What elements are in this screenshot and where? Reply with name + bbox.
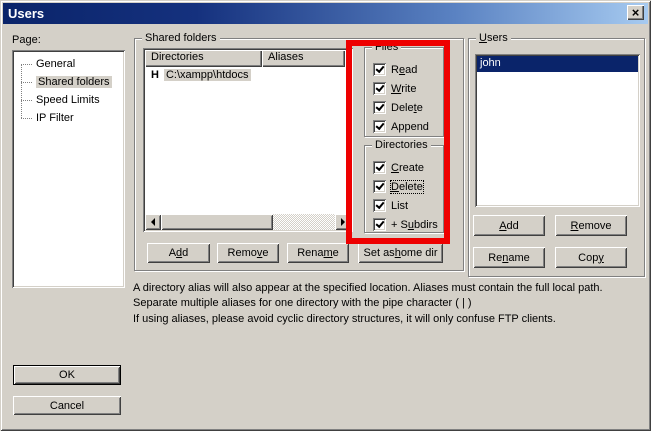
copy-user-button[interactable]: Copy	[555, 247, 627, 268]
users-list: john	[475, 54, 640, 207]
checkbox-row-read[interactable]: Read	[373, 60, 441, 79]
directory-row[interactable]: H C:\xampp\htdocs	[145, 67, 351, 83]
delete-file-label: Delete	[391, 102, 423, 114]
horizontal-scrollbar[interactable]	[145, 214, 351, 230]
scroll-left-icon	[147, 218, 155, 226]
set-as-home-dir-button[interactable]: Set as home dir	[358, 243, 443, 263]
directories-checkboxes: Create Delete List + Subdirs	[373, 158, 441, 234]
directory-path: C:\xampp\htdocs	[164, 69, 251, 81]
page-list: General Shared folders Speed Limits IP F…	[12, 50, 125, 288]
page-item-general[interactable]: General	[12, 55, 125, 73]
write-label: Write	[391, 83, 416, 95]
append-label: Append	[391, 121, 429, 133]
shared-folders-group-label: Shared folders	[142, 32, 220, 44]
delete-file-checkbox[interactable]	[373, 101, 386, 114]
files-group-label: Files	[372, 41, 401, 53]
directories-list-header: Directories Aliases	[145, 50, 351, 67]
read-checkbox[interactable]	[373, 63, 386, 76]
user-item-john[interactable]: john	[477, 56, 638, 72]
delete-dir-label: Delete	[391, 181, 423, 193]
scrollbar-track[interactable]	[273, 214, 335, 230]
page-item-shared-folders[interactable]: Shared folders	[12, 73, 125, 91]
directories-list: Directories Aliases H C:\xampp\htdocs	[143, 48, 353, 232]
page-item-speed-limits[interactable]: Speed Limits	[12, 91, 125, 109]
page-tree: General Shared folders Speed Limits IP F…	[12, 50, 125, 127]
home-flag: H	[151, 69, 159, 81]
directories-group-label: Directories	[372, 139, 431, 151]
files-group: Files Read Write Delete Append	[364, 47, 444, 137]
read-label: Read	[391, 64, 417, 76]
column-header-directories[interactable]: Directories	[145, 50, 262, 67]
page-label: Page:	[12, 34, 41, 46]
list-checkbox[interactable]	[373, 199, 386, 212]
remove-user-button[interactable]: Remove	[555, 215, 627, 236]
rename-directory-button[interactable]: Rename	[287, 243, 349, 263]
users-dialog: Users × Page: General Shared folders Spe…	[0, 0, 651, 431]
subdirs-checkbox[interactable]	[373, 218, 386, 231]
add-user-button[interactable]: Add	[473, 215, 545, 236]
add-directory-button[interactable]: Add	[147, 243, 210, 263]
checkbox-row-list[interactable]: List	[373, 196, 441, 215]
checkbox-row-append[interactable]: Append	[373, 117, 441, 136]
tree-branch-line	[21, 100, 32, 101]
alias-help-text: A directory alias will also appear at th…	[133, 281, 645, 311]
directories-group: Directories Create Delete List + Subdirs	[364, 145, 444, 233]
scroll-left-button[interactable]	[145, 214, 161, 230]
rename-user-button[interactable]: Rename	[473, 247, 545, 268]
scroll-right-button[interactable]	[335, 214, 351, 230]
users-group-label: Users	[476, 32, 511, 44]
tree-branch-line	[21, 82, 32, 83]
column-header-aliases[interactable]: Aliases	[262, 50, 345, 67]
ok-button[interactable]: OK	[13, 365, 121, 385]
subdirs-label: + Subdirs	[391, 219, 438, 231]
write-checkbox[interactable]	[373, 82, 386, 95]
create-checkbox[interactable]	[373, 161, 386, 174]
close-icon: ×	[632, 6, 640, 19]
page-item-ip-filter[interactable]: IP Filter	[12, 109, 125, 127]
window-title: Users	[8, 6, 44, 21]
checkbox-row-create[interactable]: Create	[373, 158, 441, 177]
append-checkbox[interactable]	[373, 120, 386, 133]
create-label: Create	[391, 162, 424, 174]
cyclic-help-text: If using aliases, please avoid cyclic di…	[133, 312, 645, 327]
column-header-filler	[345, 50, 351, 67]
checkbox-row-delete-file[interactable]: Delete	[373, 98, 441, 117]
tree-branch-line	[21, 118, 32, 119]
scroll-right-icon	[341, 218, 349, 226]
cancel-button[interactable]: Cancel	[13, 396, 121, 415]
list-label: List	[391, 200, 408, 212]
remove-directory-button[interactable]: Remove	[217, 243, 279, 263]
scrollbar-thumb[interactable]	[161, 214, 273, 230]
close-button[interactable]: ×	[627, 5, 644, 20]
tree-branch-line	[21, 64, 32, 65]
checkbox-row-subdirs[interactable]: + Subdirs	[373, 215, 441, 234]
checkbox-row-delete-dir[interactable]: Delete	[373, 177, 441, 196]
delete-dir-checkbox[interactable]	[373, 180, 386, 193]
checkbox-row-write[interactable]: Write	[373, 79, 441, 98]
titlebar[interactable]: Users ×	[3, 3, 648, 24]
files-checkboxes: Read Write Delete Append	[373, 60, 441, 136]
